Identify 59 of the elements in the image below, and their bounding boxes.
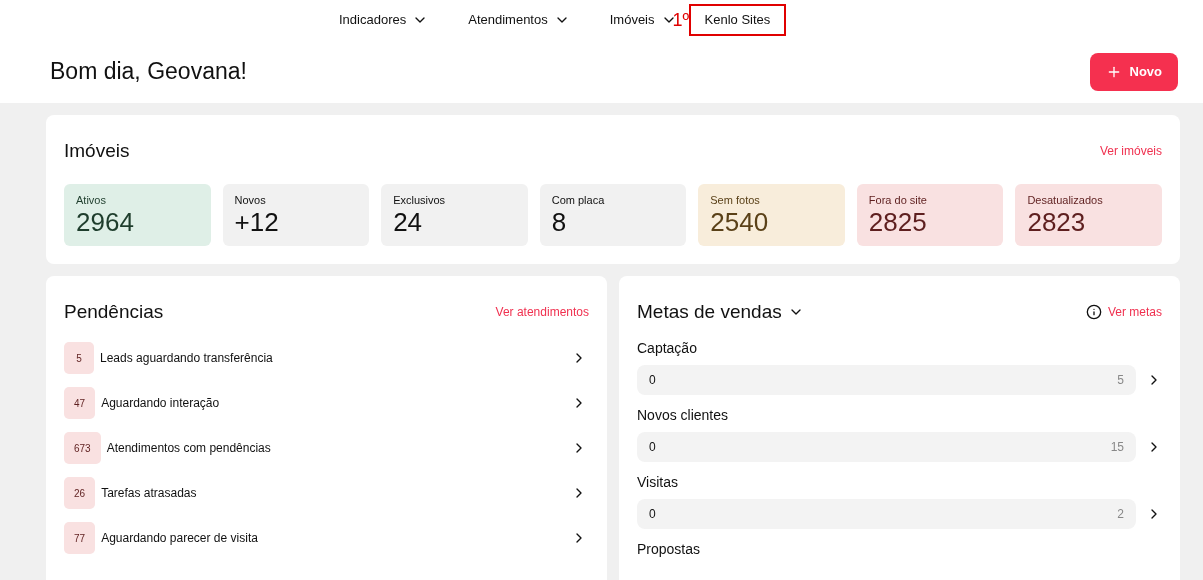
count-badge: 5 — [64, 342, 94, 374]
target-value: 5 — [1117, 372, 1124, 389]
count-badge: 673 — [64, 432, 101, 464]
stat-label: Exclusivos — [393, 193, 447, 207]
count-badge: 77 — [64, 522, 96, 554]
stat-tile[interactable]: Desatualizados 2823 — [1015, 183, 1162, 246]
stat-value: 2823 — [1027, 206, 1087, 237]
stat-tile[interactable]: Exclusivos 24 — [381, 183, 528, 246]
pending-item[interactable]: 47 Aguardando interação — [64, 387, 589, 419]
stat-value: 2825 — [868, 206, 928, 237]
pending-label: Tarefas atrasadas — [101, 485, 198, 502]
card-title: Metas de vendas — [637, 299, 782, 324]
stat-tile[interactable]: Novos +12 — [222, 183, 370, 246]
card-title: Imóveis — [64, 139, 130, 163]
current-value: 0 — [649, 372, 656, 389]
goal-label: Propostas — [637, 540, 702, 559]
target-value: 2 — [1117, 506, 1124, 523]
stat-value: 2540 — [710, 206, 770, 237]
pending-item[interactable]: 26 Tarefas atrasadas — [64, 477, 589, 509]
new-button[interactable]: Novo — [1089, 52, 1178, 91]
stat-tile[interactable]: Ativos 2964 — [64, 183, 211, 246]
nav-link[interactable]: Indicadores — [339, 10, 429, 30]
view-link[interactable]: Ver imóveis — [1099, 142, 1162, 161]
card-title: Pendências — [64, 299, 164, 324]
stat-tile[interactable]: Com placa 8 — [539, 183, 687, 246]
stat-tile[interactable]: Fora do site 2825 — [856, 183, 1004, 246]
count-badge: 47 — [64, 387, 96, 419]
nav-link[interactable]: Kenlo Sites — [688, 4, 787, 36]
stat-label: Novos — [234, 193, 267, 207]
pending-label: Aguardando interação — [101, 395, 221, 412]
pending-label: Leads aguardando transferência — [100, 350, 274, 367]
stat-label: Fora do site — [868, 193, 928, 207]
goal-label: Captação — [637, 339, 698, 358]
view-link[interactable]: Ver metas — [1107, 302, 1162, 321]
count-badge: 26 — [64, 477, 96, 509]
stat-value: 8 — [551, 206, 568, 237]
view-link[interactable]: Ver atendimentos — [495, 302, 589, 321]
stat-label: Com placa — [551, 193, 606, 207]
pending-label: Atendimentos com pendências — [106, 440, 272, 457]
pending-item[interactable]: 673 Atendimentos com pendências — [64, 432, 589, 464]
greeting-title: Bom dia, Geovana! — [50, 57, 247, 87]
stat-value: 2964 — [76, 206, 135, 237]
target-value: 15 — [1110, 439, 1124, 456]
stat-value: +12 — [234, 206, 280, 237]
pending-item[interactable]: 5 Leads aguardando transferência — [64, 342, 589, 374]
nav-link[interactable]: Atendimentos — [468, 10, 570, 30]
goal-label: Visitas — [637, 473, 679, 492]
stat-label: Ativos — [76, 193, 107, 207]
pending-label: Aguardando parecer de visita — [101, 530, 259, 547]
stat-label: Desatualizados — [1027, 193, 1104, 207]
current-value: 0 — [649, 506, 656, 523]
annotation-label: 1º — [672, 11, 690, 29]
info-icon[interactable] — [1085, 303, 1102, 320]
current-value: 0 — [649, 439, 656, 456]
stat-value: 24 — [393, 206, 424, 237]
goal-label: Novos clientes — [637, 406, 730, 425]
pending-item[interactable]: 77 Aguardando parecer de visita — [64, 522, 589, 554]
stat-label: Sem fotos — [710, 193, 761, 207]
stat-tile[interactable]: Sem fotos 2540 — [698, 183, 845, 246]
